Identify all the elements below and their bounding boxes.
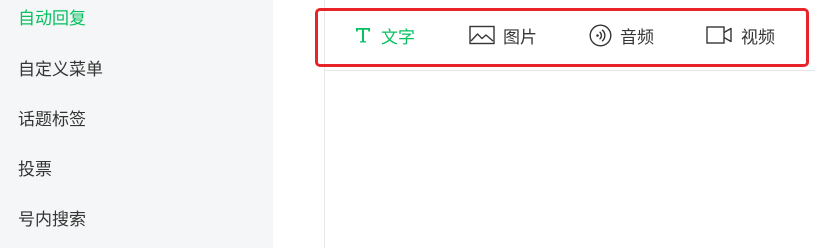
sidebar-item-auto-reply[interactable]: 自动回复 (18, 8, 86, 30)
audio-icon (589, 23, 612, 47)
sidebar-item-topic-tags[interactable]: 话题标签 (18, 109, 86, 131)
tab-image[interactable]: 图片 (469, 22, 537, 48)
sidebar-item-custom-menu[interactable]: 自定义菜单 (18, 59, 103, 81)
tab-audio[interactable]: 音频 (589, 22, 654, 48)
image-icon (469, 25, 495, 45)
tab-video-label: 视频 (741, 27, 775, 48)
tab-text-label: 文字 (381, 27, 415, 48)
tab-audio-label: 音频 (620, 27, 654, 48)
video-icon (706, 25, 733, 45)
sidebar: 自动回复 自定义菜单 话题标签 投票 号内搜索 (0, 0, 273, 248)
sidebar-item-vote[interactable]: 投票 (18, 159, 52, 181)
tab-video[interactable]: 视频 (706, 22, 775, 48)
tab-text[interactable]: 文字 (353, 22, 415, 48)
tab-image-label: 图片 (503, 27, 537, 48)
text-icon (353, 25, 373, 45)
app-root: 自动回复 自定义菜单 话题标签 投票 号内搜索 文字 图片 音频 视频 (0, 0, 831, 248)
toolbar-divider (324, 70, 815, 71)
sidebar-item-account-search[interactable]: 号内搜索 (18, 209, 86, 231)
